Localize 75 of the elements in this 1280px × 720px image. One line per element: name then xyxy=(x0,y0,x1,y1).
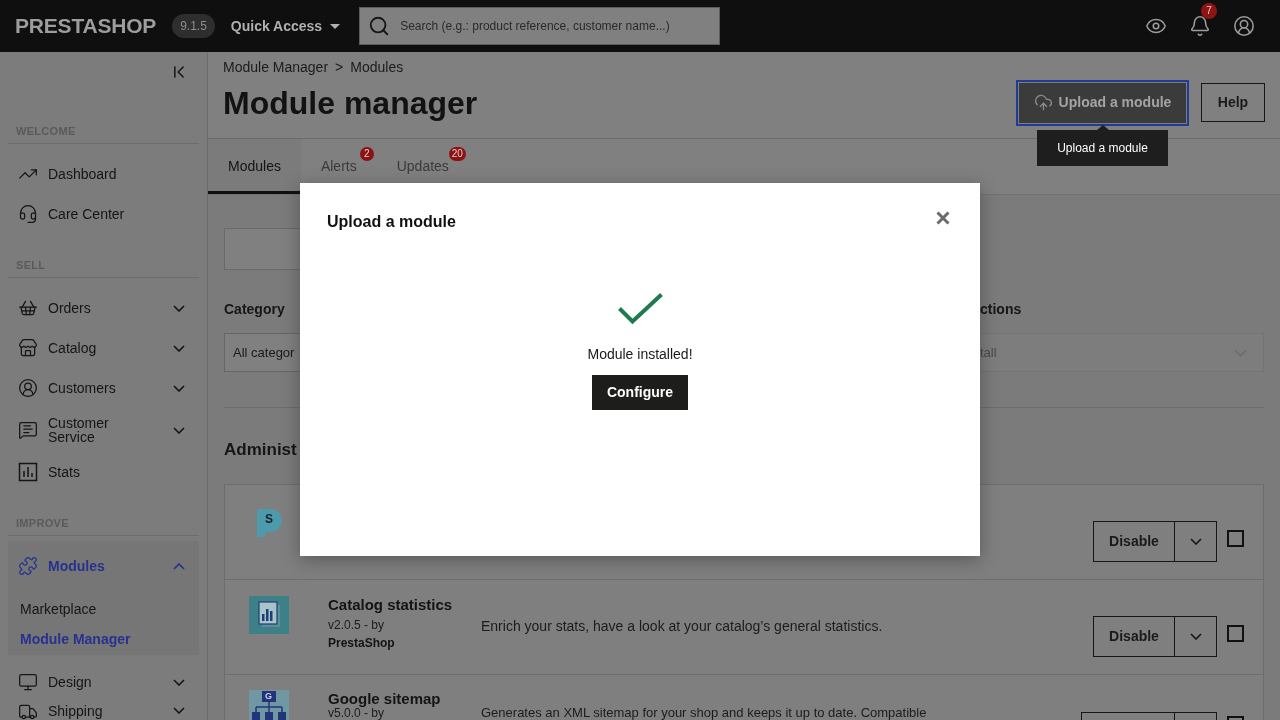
sidebar-item[interactable]: Stats xyxy=(0,452,207,492)
basket-icon xyxy=(18,298,38,318)
sidebar-item[interactable]: Design xyxy=(0,662,207,702)
disable-button[interactable]: Disable xyxy=(1093,521,1175,562)
logo-letter: G xyxy=(265,691,272,702)
sidebar-item[interactable]: Customer Service xyxy=(0,408,207,452)
module-name: Google sitemap xyxy=(328,691,441,707)
upload-button[interactable]: Upload a module xyxy=(1016,79,1189,126)
close-button[interactable] xyxy=(936,211,950,225)
search-field[interactable] xyxy=(224,228,300,270)
tab[interactable]: Modules xyxy=(208,139,301,194)
tooltip: Upload a module xyxy=(1037,130,1168,166)
bar-chart-tile-icon xyxy=(249,596,289,634)
module-name: Catalog statistics xyxy=(328,595,453,615)
dropdown-toggle[interactable] xyxy=(1175,521,1217,562)
search-field[interactable]: Search (e.g.: product reference, customer name...) xyxy=(359,7,721,45)
dropdown-toggle[interactable] xyxy=(1175,616,1217,657)
page-title: Module manager xyxy=(223,83,478,123)
section-title: Administ xyxy=(224,439,297,461)
bar-chart-icon xyxy=(18,462,38,482)
sitemap-tile-icon xyxy=(249,690,289,720)
sidebar-item[interactable]: Shipping xyxy=(0,702,207,720)
select-field[interactable]: All categor xyxy=(224,333,300,372)
caret-icon xyxy=(330,23,341,29)
user-circle-icon[interactable] xyxy=(1233,15,1255,37)
filter-label: ctions xyxy=(980,300,1022,319)
sidebar-item[interactable]: Modules xyxy=(8,546,199,586)
modal-title: Upload a module xyxy=(327,212,456,232)
close-icon xyxy=(936,211,950,225)
configure-button[interactable]: Configure xyxy=(592,375,688,410)
chat-icon xyxy=(18,420,38,440)
truck-icon xyxy=(18,702,38,720)
chevron-down-icon xyxy=(1189,538,1202,545)
checkbox[interactable] xyxy=(1227,530,1244,547)
help-button[interactable]: Help xyxy=(1201,83,1265,122)
filter-label: Category xyxy=(224,300,285,319)
breadcrumb-separator: > xyxy=(335,59,344,75)
count-badge: 2 xyxy=(359,147,374,161)
module-description: Generates an XML sitemap for your shop and keeps it up to date. Compatible xyxy=(481,706,927,719)
checkmark-icon xyxy=(617,293,663,325)
sidebar-item[interactable]: Orders xyxy=(0,288,207,328)
logo-letter: S xyxy=(265,512,273,526)
monitor-icon xyxy=(18,672,38,692)
module-version: v5.0.0 - by xyxy=(328,707,385,719)
chevron-down-icon xyxy=(1189,633,1202,640)
sidebar-item[interactable]: Care Center xyxy=(0,194,207,234)
module-author: PrestaShop xyxy=(328,635,395,651)
search-icon xyxy=(368,15,391,37)
version-label: 9.1.5 xyxy=(172,14,215,38)
store-icon xyxy=(18,338,38,358)
tooltip-arrow-icon xyxy=(1096,125,1109,130)
submenu-item[interactable]: Marketplace xyxy=(8,594,199,624)
sidebar-item[interactable]: Catalog xyxy=(0,328,207,368)
checkbox[interactable] xyxy=(1227,625,1244,642)
checkbox[interactable] xyxy=(1227,716,1244,720)
user-circle-icon xyxy=(18,378,38,398)
sidebar-item[interactable]: Customers xyxy=(0,368,207,408)
module-version: v2.0.5 - by xyxy=(328,617,385,633)
submenu-item[interactable]: Module Manager xyxy=(8,624,199,654)
puzzle-icon xyxy=(18,556,38,576)
count-badge: 20 xyxy=(448,147,466,161)
breadcrumb-link[interactable]: Module Manager xyxy=(223,59,329,75)
module-description: Enrich your stats, have a look at your catalog’s general statistics. xyxy=(481,617,883,636)
sidebar-item[interactable]: Dashboard xyxy=(0,154,207,194)
notification-badge: 7 xyxy=(1201,3,1217,19)
success-message: Module installed! xyxy=(587,345,693,364)
headset-icon xyxy=(18,204,38,224)
quick-access-menu[interactable]: Quick Access xyxy=(230,15,341,37)
breadcrumb-link[interactable]: Modules xyxy=(350,59,404,75)
logo-icon xyxy=(256,508,284,538)
disable-button[interactable]: Disable xyxy=(1093,616,1175,657)
logo[interactable]: PRESTASHOP xyxy=(15,14,157,38)
bell-icon[interactable] xyxy=(1189,15,1211,37)
cloud-upload-icon xyxy=(1033,93,1053,112)
action-button[interactable] xyxy=(1081,712,1217,720)
